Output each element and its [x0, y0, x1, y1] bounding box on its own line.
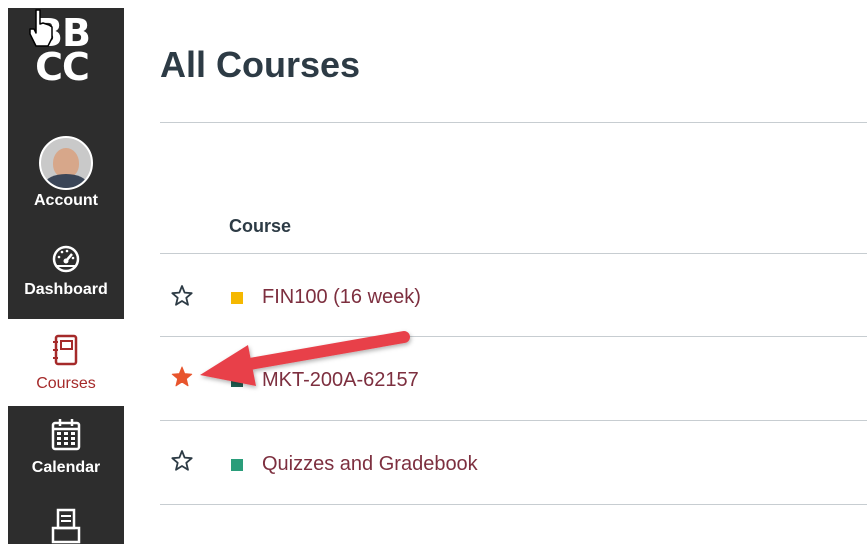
table-row: FIN100 (16 week)	[160, 254, 867, 334]
course-link[interactable]: FIN100 (16 week)	[262, 286, 421, 309]
hand-pointer-icon	[29, 9, 53, 47]
course-color-swatch	[231, 459, 243, 471]
nav-calendar[interactable]: Calendar	[8, 418, 124, 477]
title-divider	[160, 122, 867, 123]
inbox-icon	[51, 508, 81, 544]
favorite-star-outline-icon[interactable]	[170, 284, 194, 308]
nav-courses[interactable]: Courses	[8, 334, 124, 393]
nav-account-label: Account	[34, 192, 98, 209]
courses-icon	[53, 334, 78, 366]
table-row: MKT-200A-62157	[160, 337, 867, 417]
course-column-header[interactable]: Course	[229, 216, 291, 237]
nav-inbox[interactable]	[8, 508, 124, 549]
row-divider	[160, 504, 867, 505]
global-navigation: BB CC Account Dashboard Courses Calendar	[0, 0, 124, 544]
avatar	[39, 136, 93, 190]
nav-account[interactable]: Account	[8, 136, 124, 210]
nav-dashboard[interactable]: Dashboard	[8, 244, 124, 299]
nav-dashboard-label: Dashboard	[24, 281, 108, 298]
course-color-swatch	[231, 375, 243, 387]
calendar-icon	[51, 419, 81, 451]
course-link[interactable]: MKT-200A-62157	[262, 369, 419, 392]
nav-courses-label: Courses	[36, 375, 96, 392]
nav-calendar-label: Calendar	[31, 459, 101, 476]
table-row: Quizzes and Gradebook	[160, 421, 867, 501]
page-title: All Courses	[160, 44, 361, 85]
favorite-star-filled-icon[interactable]	[170, 365, 194, 389]
logo-line-2: CC	[35, 45, 90, 89]
favorite-star-outline-icon[interactable]	[170, 449, 194, 473]
course-link[interactable]: Quizzes and Gradebook	[262, 453, 478, 476]
course-color-swatch	[231, 292, 243, 304]
dashboard-icon	[52, 245, 80, 273]
